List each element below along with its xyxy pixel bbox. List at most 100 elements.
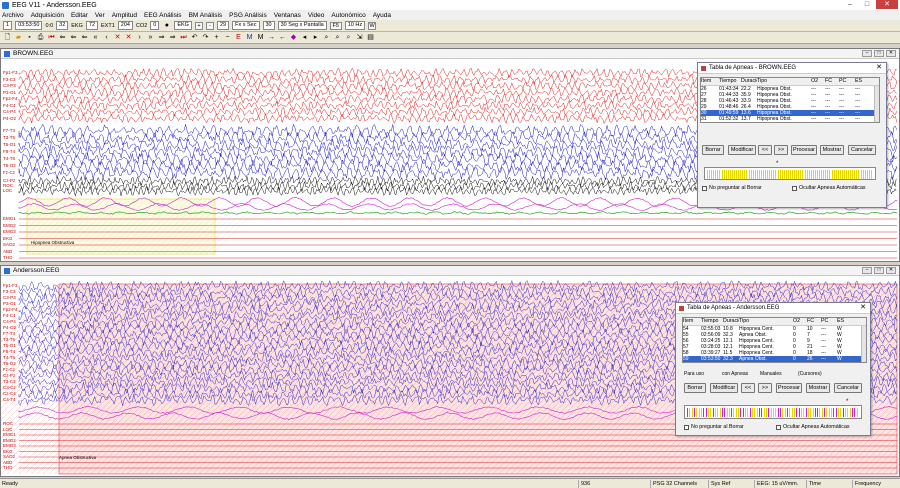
first-page-icon[interactable]: ⏮ [47, 33, 56, 42]
channel-label[interactable]: ABD [3, 249, 12, 254]
channel-label[interactable]: EMG2 [3, 223, 16, 228]
back-step-icon[interactable]: ⇐ [80, 33, 89, 42]
channel-label[interactable]: C4-P4 [3, 319, 16, 324]
checkbox-box[interactable] [792, 185, 797, 191]
back-icon[interactable]: ⇐ [69, 33, 78, 42]
minus-small-button[interactable]: - [205, 21, 214, 30]
undo-icon[interactable]: ↶ [190, 33, 199, 42]
channel-label[interactable]: C4-P4 [3, 109, 16, 114]
maximize-icon[interactable]: □ [859, 0, 875, 9]
menu-adquisicion[interactable]: Adquisición [31, 12, 64, 19]
mostrar-button[interactable]: Mostrar [820, 145, 844, 155]
zoom-icon[interactable]: ⌕ [322, 33, 331, 42]
redo-icon[interactable]: ↷ [201, 33, 210, 42]
report-icon[interactable]: ▤ [366, 33, 375, 42]
minimize-icon[interactable]: – [842, 0, 858, 9]
value-3-field[interactable]: 72 [85, 21, 99, 30]
channel-label[interactable]: Fp1-F3 [3, 283, 18, 288]
channel-label[interactable]: C4-T4 [3, 397, 16, 402]
channel-label[interactable]: LOC [3, 427, 12, 432]
checkbox-box[interactable] [684, 424, 689, 430]
no-confirm-delete-checkbox[interactable]: No preguntar al Borrar [684, 424, 744, 430]
channel-label[interactable]: EMG3 [3, 443, 16, 448]
fx-sec-select[interactable]: Fx x Sec [232, 21, 260, 30]
channel-label[interactable]: ABD [3, 460, 12, 465]
cancelar-button[interactable]: Cancelar [848, 145, 876, 155]
apnea-table-dialog-andersson[interactable]: Tabla de Apneas - Andersson.EEG ✕ Item T… [675, 302, 871, 436]
channel-label[interactable]: P3-O1 [3, 301, 16, 306]
save-icon[interactable]: ▪ [25, 33, 34, 42]
menu-amplitud[interactable]: Amplitud [112, 12, 137, 19]
radio-manuales[interactable]: Manuales [760, 371, 782, 377]
value-4-field[interactable]: 204 [117, 21, 133, 30]
f5-button[interactable]: F5 [329, 21, 342, 30]
dialog-titlebar[interactable]: Tabla de Apneas - BROWN.EEG [698, 63, 886, 74]
channel-label[interactable]: P3-O1 [3, 90, 16, 95]
mostrar-button[interactable]: Mostrar [806, 383, 830, 393]
borrar-button[interactable]: Borrar [702, 145, 724, 155]
radio-cursores[interactable]: (Cursores) [798, 371, 822, 377]
marker-forward-icon[interactable]: ▸ [311, 33, 320, 42]
channel-label[interactable]: P4-O2 [3, 116, 16, 121]
channel-label[interactable]: F3-C3 [3, 289, 16, 294]
channel-label[interactable]: F4-C4 [3, 103, 16, 108]
menu-ayuda[interactable]: Ayuda [373, 12, 391, 19]
channel-label[interactable]: F7-T3 [3, 331, 15, 336]
procesar-button[interactable]: Procesar [791, 145, 817, 155]
marker-back-icon[interactable]: ◂ [300, 33, 309, 42]
menu-archivo[interactable]: Archivo [2, 12, 24, 19]
procesar-button[interactable]: Procesar [776, 383, 802, 393]
channel-label[interactable]: C3-Cz [3, 385, 16, 390]
no-confirm-delete-checkbox[interactable]: No preguntar al Borrar [702, 185, 762, 191]
last-page-icon[interactable]: ⏭ [179, 33, 188, 42]
menu-editar[interactable]: Editar [71, 12, 88, 19]
channel-label[interactable]: T3-T5 [3, 337, 15, 342]
minimize-icon[interactable]: – [862, 267, 872, 274]
montage-2-icon[interactable]: M [256, 33, 265, 42]
close-icon[interactable]: ✕ [874, 64, 884, 72]
open-folder-icon[interactable]: ▰ [14, 33, 23, 42]
record-icon[interactable]: ● [162, 21, 171, 30]
value-2-field[interactable]: 32 [56, 21, 69, 30]
marker-icon[interactable]: ◆ [289, 33, 298, 42]
rewind-icon[interactable]: « [91, 33, 100, 42]
channel-label[interactable]: T3-C3 [3, 379, 16, 384]
zoom-in-plus-icon[interactable]: + [212, 33, 221, 42]
seconds-per-screen-select[interactable]: 30 Seg x Pantalla [277, 21, 327, 30]
montage-icon[interactable]: M [245, 33, 254, 42]
prev-icon[interactable]: ‹ [102, 33, 111, 42]
page-field[interactable]: 1 [3, 21, 13, 30]
channel-label[interactable]: Fz-Cz [3, 170, 15, 175]
borrar-button[interactable]: Borrar [684, 383, 706, 393]
event-timeline[interactable] [704, 167, 876, 180]
apnea-table[interactable]: Item Tiempo Duracion Tipo O2 FC PC ES 54… [682, 317, 867, 363]
close-icon[interactable]: ✕ [876, 0, 898, 9]
table-scrollbar[interactable] [861, 326, 866, 362]
new-file-icon[interactable]: 🗋 [3, 33, 12, 42]
channel-label[interactable]: EMG1 [3, 216, 16, 221]
channel-label[interactable]: THO [3, 465, 13, 470]
channel-label[interactable]: T5-O1 [3, 343, 16, 348]
channel-label[interactable]: Fz-Cz [3, 367, 15, 372]
prev-button[interactable]: << [741, 383, 755, 393]
radio-para-uso[interactable]: Para uso [684, 371, 704, 377]
channel-label[interactable]: C3-P3 [3, 83, 16, 88]
channel-label[interactable]: C3-P3 [3, 295, 16, 300]
channel-label[interactable]: T6-O2 [3, 361, 16, 366]
channel-label[interactable]: EMG3 [3, 229, 16, 234]
arrow-left-icon[interactable]: ← [278, 33, 287, 42]
menu-ver[interactable]: Ver [95, 12, 105, 19]
menu-video[interactable]: Video [308, 12, 325, 19]
next-button[interactable]: >> [758, 383, 772, 393]
channel-label[interactable]: F7-T3 [3, 128, 15, 133]
w-button[interactable]: W [368, 21, 377, 30]
channel-label[interactable]: EKG [3, 449, 13, 454]
eeg-window-brown-titlebar[interactable]: BROWN.EEG – □ ✕ [1, 49, 899, 59]
channel-label[interactable]: Fp2-F4 [3, 96, 18, 101]
prev-button[interactable]: << [758, 145, 772, 155]
minimize-icon[interactable]: – [862, 50, 872, 57]
channel-label[interactable]: P4-O2 [3, 325, 16, 330]
channel-label[interactable]: Fp2-F4 [3, 307, 18, 312]
hypopnea-region[interactable] [1, 198, 268, 255]
channel-label[interactable]: Cz-Pz [3, 373, 15, 378]
